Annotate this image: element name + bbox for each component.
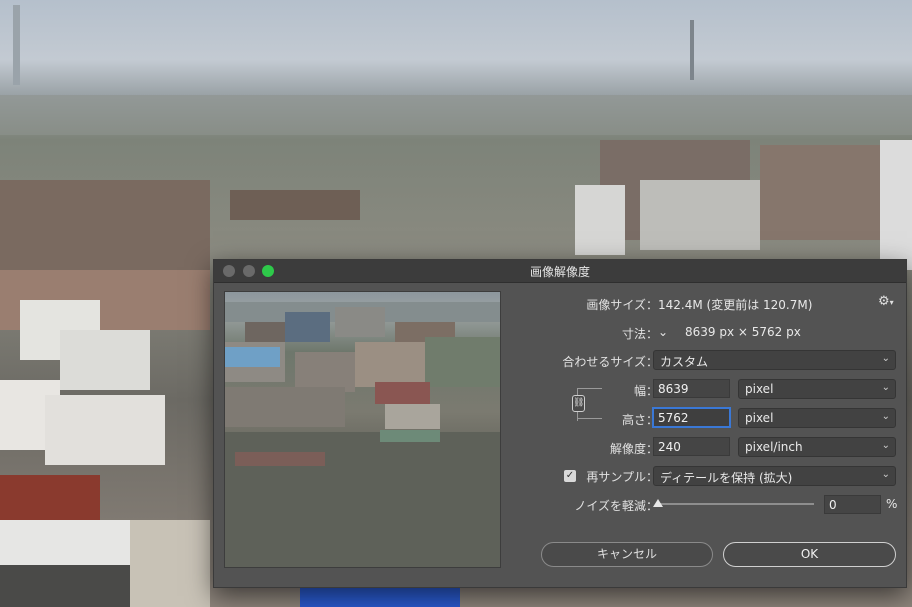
image-preview[interactable] xyxy=(224,291,501,568)
resample-value: ディテールを保持 (拡大) xyxy=(660,471,793,485)
width-unit-select[interactable]: pixel ⌄ xyxy=(738,379,896,399)
resample-select[interactable]: ディテールを保持 (拡大) ⌄ xyxy=(653,466,896,486)
fit-to-value: カスタム xyxy=(660,355,709,369)
image-size-label: 画像サイズ： xyxy=(586,298,658,312)
noise-label: ノイズを軽減： xyxy=(574,499,658,513)
chevron-down-icon: ⌄ xyxy=(881,469,890,480)
chevron-down-icon: ⌄ xyxy=(881,440,890,451)
noise-unit: % xyxy=(886,497,898,511)
gear-icon[interactable]: ⚙▾ xyxy=(878,294,894,309)
dialog-title-bar[interactable]: 画像解像度 xyxy=(214,260,906,283)
resolution-label: 解像度： xyxy=(609,442,658,456)
image-size-dialog: 画像解像度 ⚙▾ 画像サイズ： 142.4M (変更前は 120.7M) 寸法：… xyxy=(213,259,907,588)
ok-button[interactable]: OK xyxy=(723,542,896,567)
fit-to-label: 合わせるサイズ： xyxy=(562,355,658,369)
checkmark-icon[interactable]: ✓ xyxy=(564,470,576,482)
chevron-down-icon: ⌄ xyxy=(881,382,890,393)
width-unit-value: pixel xyxy=(745,382,774,396)
dimensions-label: 寸法： xyxy=(621,327,658,341)
resolution-unit-select[interactable]: pixel/inch ⌄ xyxy=(738,437,896,457)
noise-slider-track[interactable] xyxy=(656,503,814,505)
chevron-down-icon[interactable]: ⌄ xyxy=(658,325,668,339)
image-size-value: 142.4M (変更前は 120.7M) xyxy=(658,298,813,312)
chevron-down-icon: ⌄ xyxy=(881,411,890,422)
height-input[interactable] xyxy=(653,408,730,427)
height-unit-select[interactable]: pixel ⌄ xyxy=(738,408,896,428)
fit-to-select[interactable]: カスタム ⌄ xyxy=(653,350,896,370)
resolution-input[interactable] xyxy=(653,437,730,456)
resolution-unit-value: pixel/inch xyxy=(745,440,803,454)
dimensions-value: 8639 px × 5762 px xyxy=(685,325,801,339)
resample-label: 再サンプル： xyxy=(586,470,658,484)
link-icon[interactable]: ⛓ xyxy=(572,395,585,412)
width-input[interactable] xyxy=(653,379,730,398)
noise-slider-knob[interactable] xyxy=(653,499,663,507)
cancel-button[interactable]: キャンセル xyxy=(541,542,713,567)
height-unit-value: pixel xyxy=(745,411,774,425)
dialog-title: 画像解像度 xyxy=(529,265,590,279)
chevron-down-icon: ⌄ xyxy=(881,353,890,364)
noise-input[interactable] xyxy=(824,495,881,514)
